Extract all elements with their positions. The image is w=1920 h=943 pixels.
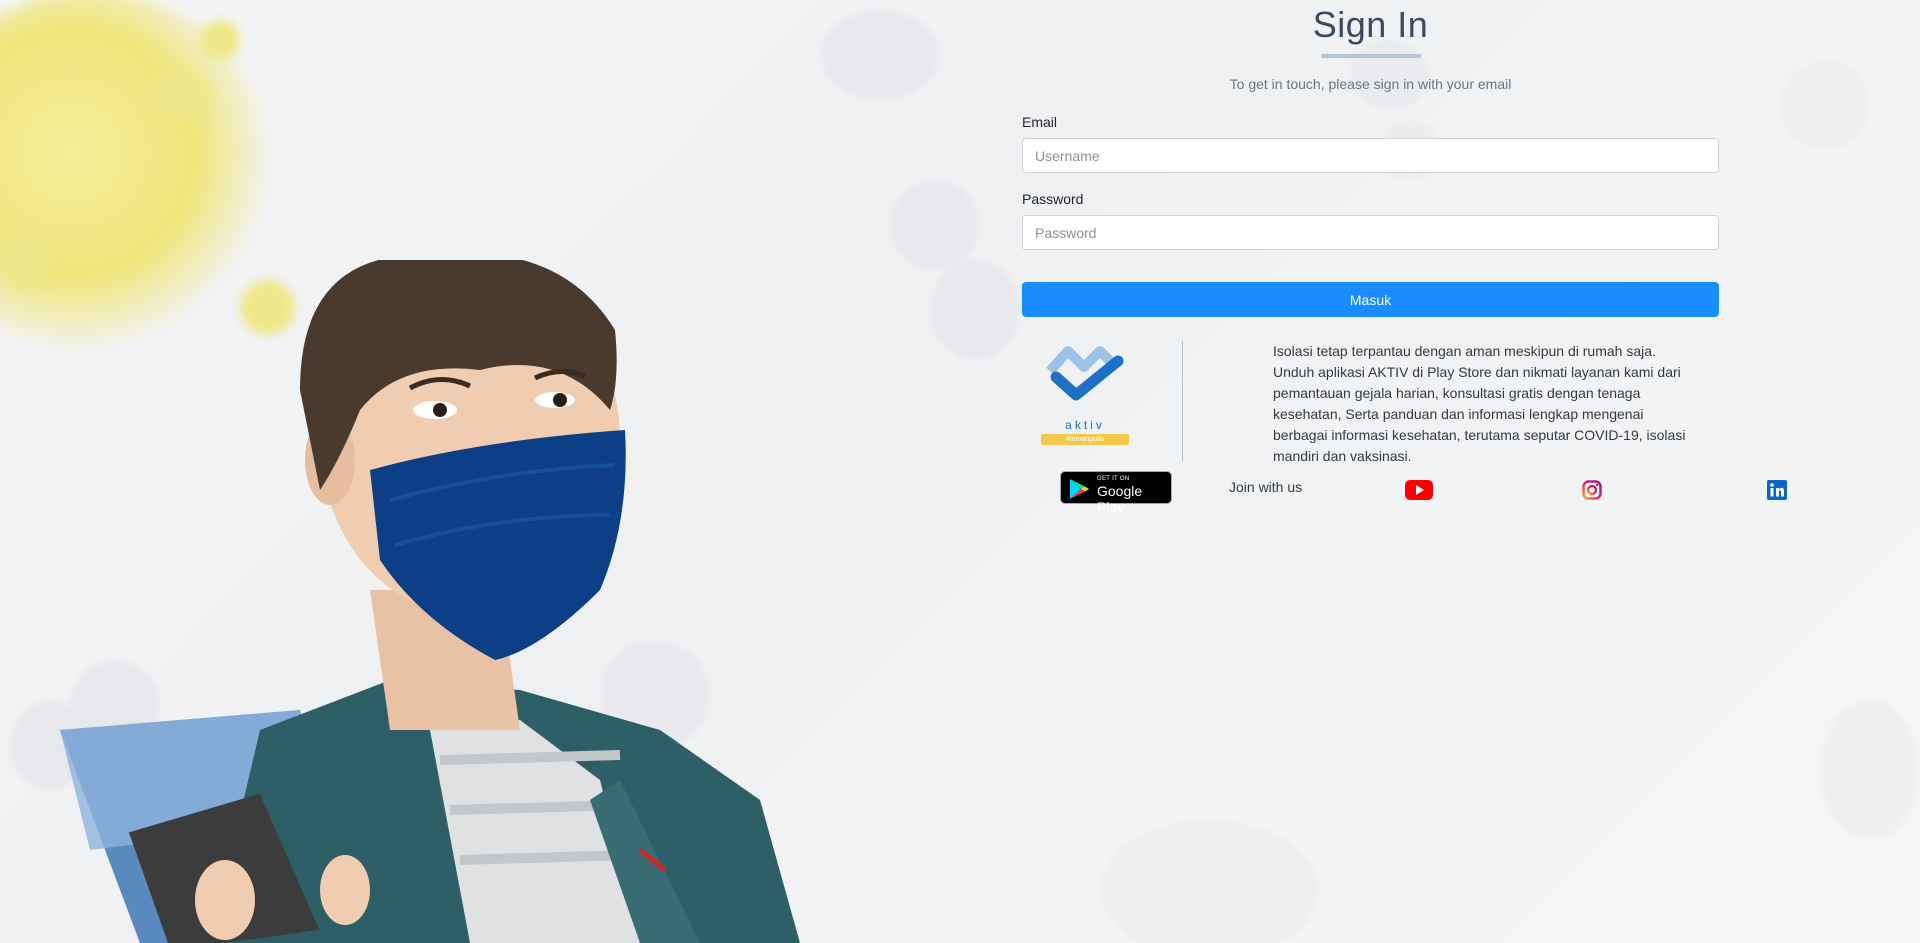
logo-tagline: #temanpulih xyxy=(1041,434,1129,445)
google-play-button[interactable]: GET IT ON Google Play xyxy=(1060,471,1172,515)
app-promo: aktiv #temanpulih Isolasi tetap terpanta… xyxy=(1022,341,1719,465)
password-label: Password xyxy=(1022,191,1084,207)
email-label: Email xyxy=(1022,114,1058,130)
google-play-small-text: GET IT ON xyxy=(1097,476,1130,482)
title-underline xyxy=(1320,54,1421,58)
logo-text: aktiv xyxy=(1065,418,1105,432)
promo-divider xyxy=(1182,341,1183,461)
aktiv-logo: aktiv #temanpulih xyxy=(1040,341,1130,451)
sign-in-form: Sign In To get in touch, please sign in … xyxy=(1022,0,1787,515)
youtube-icon[interactable] xyxy=(1405,480,1433,500)
social-bar: GET IT ON Google Play Join with us xyxy=(1022,471,1787,515)
instagram-icon[interactable] xyxy=(1582,480,1602,500)
checkmark-logo-icon xyxy=(1046,346,1124,401)
person-with-mask-illustration xyxy=(60,260,800,943)
google-play-big-text: Google Play xyxy=(1097,483,1143,515)
submit-button[interactable]: Masuk xyxy=(1022,282,1719,317)
email-field[interactable] xyxy=(1022,138,1719,173)
page-title: Sign In xyxy=(1312,4,1429,45)
subtitle: To get in touch, please sign in with you… xyxy=(1229,76,1512,92)
join-label: Join with us xyxy=(1229,479,1303,495)
promo-description: Isolasi tetap terpantau dengan aman mesk… xyxy=(1273,343,1686,464)
google-play-icon xyxy=(1070,479,1089,499)
linkedin-icon[interactable] xyxy=(1767,480,1787,500)
password-field[interactable] xyxy=(1022,215,1719,250)
